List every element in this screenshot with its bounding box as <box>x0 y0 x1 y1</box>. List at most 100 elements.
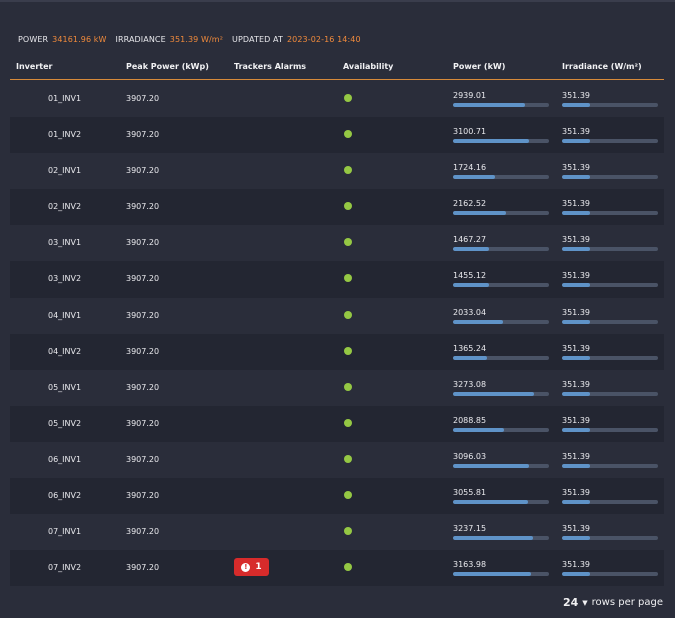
power-bar-fill <box>453 103 525 107</box>
power-value: 1455.12 <box>453 271 487 281</box>
pagination: 24 ▼ rows per page <box>563 596 663 609</box>
table-row[interactable]: 03_INV1 3907.20 1467.27 351.39 <box>10 225 664 262</box>
power-value: 2033.04 <box>453 307 487 317</box>
irradiance-bar <box>562 175 658 180</box>
inverter-name: 05_INV1 <box>48 382 82 392</box>
irradiance-value: 351.39 <box>562 91 590 100</box>
column-header-inverter[interactable]: Inverter <box>16 62 52 71</box>
column-header-power[interactable]: Power (kW) <box>453 62 505 71</box>
table-row[interactable]: 06_INV2 3907.20 3055.81 351.39 <box>10 478 664 515</box>
table-row[interactable]: 01_INV1 3907.20 2939.01 351.39 <box>10 81 664 118</box>
column-header-availability[interactable]: Availability <box>343 62 393 71</box>
irradiance-bar-fill <box>562 319 590 324</box>
inverter-name: 02_INV1 <box>48 166 82 176</box>
peak-power-value: 3907.20 <box>126 238 160 248</box>
irradiance-bar-fill <box>562 175 590 180</box>
irradiance-value: 351.39 <box>562 163 590 173</box>
power-bar-fill <box>453 319 503 324</box>
irradiance-bar <box>562 103 658 107</box>
power-value: 1724.16 <box>453 163 487 173</box>
power-value: 2162.52 <box>453 199 487 209</box>
peak-power-value: 3907.20 <box>126 382 160 392</box>
power-value: 3096.03 <box>453 451 487 461</box>
rows-per-page-label: rows per page <box>591 597 663 608</box>
irradiance-bar-fill <box>562 427 590 432</box>
inverter-name: 04_INV1 <box>48 310 82 320</box>
peak-power-value: 3907.20 <box>126 166 160 176</box>
peak-power-value: 3907.20 <box>126 202 160 212</box>
table-row[interactable]: 05_INV2 3907.20 2088.85 351.39 <box>10 405 664 442</box>
availability-status-dot <box>344 527 352 536</box>
power-bar <box>453 319 549 324</box>
peak-power-value: 3907.20 <box>126 527 160 537</box>
power-value: 2939.01 <box>453 91 487 100</box>
peak-power-value: 3907.20 <box>126 491 160 501</box>
irradiance-bar-fill <box>562 391 590 396</box>
irradiance-value: 351.39 <box>562 451 590 461</box>
power-value: 3237.15 <box>453 524 487 534</box>
inverter-name: 04_INV2 <box>48 346 82 356</box>
inverter-name: 03_INV2 <box>48 274 82 284</box>
power-bar <box>453 427 549 432</box>
power-bar <box>453 211 549 216</box>
power-bar-fill <box>453 355 487 360</box>
table-row[interactable]: 05_INV1 3907.20 3273.08 351.39 <box>10 369 664 406</box>
peak-power-value: 3907.20 <box>126 130 160 140</box>
irradiance-bar-fill <box>562 283 590 288</box>
irradiance-bar-fill <box>562 572 590 577</box>
irradiance-bar <box>562 139 658 144</box>
column-header-trackers-alarms[interactable]: Trackers Alarms <box>234 62 306 71</box>
power-bar <box>453 572 549 577</box>
power-bar-fill <box>453 283 489 288</box>
inverter-name: 06_INV2 <box>48 491 82 501</box>
availability-status-dot <box>344 454 352 463</box>
availability-status-dot <box>344 130 352 139</box>
table-row[interactable]: 02_INV1 3907.20 1724.16 351.39 <box>10 153 664 190</box>
power-value: 3273.08 <box>453 379 487 389</box>
table-row[interactable]: 02_INV2 3907.20 2162.52 351.39 <box>10 189 664 226</box>
irradiance-value: 351.39 <box>562 235 590 245</box>
irradiance-value: 351.39 <box>562 199 590 209</box>
summary-bar: POWER 34161.96 kW IRRADIANCE 351.39 W/m²… <box>18 35 370 44</box>
table-row[interactable]: 04_INV1 3907.20 2033.04 351.39 <box>10 297 664 334</box>
availability-status-dot <box>344 238 352 247</box>
irradiance-bar <box>562 536 658 541</box>
irradiance-bar-fill <box>562 536 590 541</box>
column-header-irradiance[interactable]: Irradiance (W/m²) <box>562 62 642 71</box>
chevron-down-icon[interactable]: ▼ <box>582 599 587 607</box>
availability-status-dot <box>344 202 352 211</box>
table-header: Inverter Peak Power (kWp) Trackers Alarm… <box>10 60 664 80</box>
availability-status-dot <box>344 491 352 500</box>
power-value: 2088.85 <box>453 415 487 425</box>
power-bar <box>453 139 549 144</box>
table-row[interactable]: 03_INV2 3907.20 1455.12 351.39 <box>10 261 664 298</box>
power-value: 34161.96 kW <box>52 35 107 44</box>
power-label: POWER <box>18 35 49 44</box>
power-value: 3100.71 <box>453 127 487 137</box>
inverter-name: 06_INV1 <box>48 454 82 464</box>
irradiance-value: 351.39 W/m² <box>169 35 224 44</box>
table-row[interactable]: 06_INV1 3907.20 3096.03 351.39 <box>10 441 664 479</box>
irradiance-bar <box>562 211 658 216</box>
irradiance-bar-fill <box>562 103 590 107</box>
table-row[interactable]: 07_INV1 3907.20 3237.15 351.39 <box>10 514 664 551</box>
power-bar <box>453 463 549 468</box>
power-bar <box>453 536 549 541</box>
availability-status-dot <box>344 310 352 319</box>
peak-power-value: 3907.20 <box>126 418 160 428</box>
table-row[interactable]: 04_INV2 3907.20 1365.24 351.39 <box>10 333 664 370</box>
power-bar-fill <box>453 427 504 432</box>
inverter-name: 01_INV1 <box>48 94 82 103</box>
tracker-alarm-badge[interactable]: ! 1 <box>234 558 269 577</box>
table-row[interactable]: 01_INV2 3907.20 3100.71 351.39 <box>10 117 664 154</box>
column-header-peak-power[interactable]: Peak Power (kWp) <box>126 62 209 71</box>
table-row[interactable]: 07_INV2 3907.20! 1 3163.98 351.39 <box>10 550 664 587</box>
irradiance-bar-fill <box>562 211 590 216</box>
power-bar-fill <box>453 391 534 396</box>
rows-per-page-select[interactable]: 24 <box>563 596 578 609</box>
irradiance-value: 351.39 <box>562 488 590 498</box>
irradiance-value: 351.39 <box>562 524 590 534</box>
availability-status-dot <box>344 418 352 427</box>
irradiance-bar <box>562 500 658 505</box>
irradiance-bar <box>562 319 658 324</box>
